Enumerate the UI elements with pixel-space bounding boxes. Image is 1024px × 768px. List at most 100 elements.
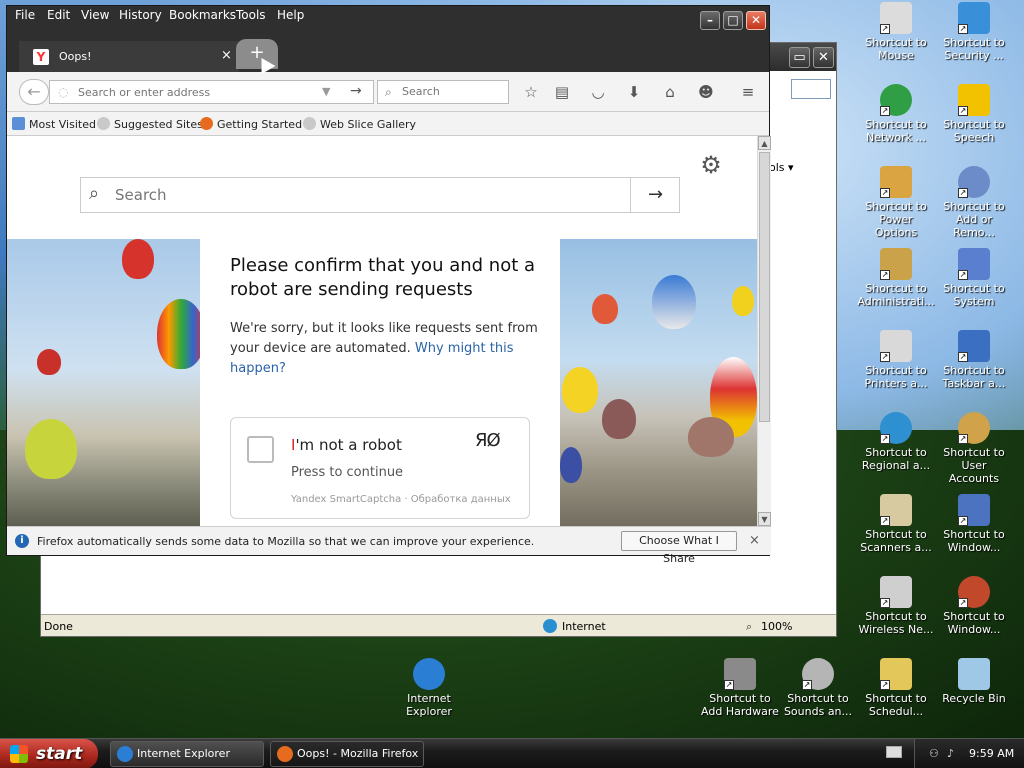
shield-icon: ↗ (958, 2, 990, 34)
back-button[interactable]: ← (19, 79, 49, 105)
desktop-icon-wireless[interactable]: ↗ Shortcut to Wireless Ne... (857, 576, 935, 636)
menu-tools[interactable]: Tools (236, 8, 266, 22)
yandex-favicon-icon: Y (33, 49, 49, 65)
vertical-scrollbar[interactable]: ▲ ▼ (757, 136, 771, 526)
menu-history[interactable]: History (119, 8, 162, 22)
not-robot-label[interactable]: I'm not a robot (291, 436, 402, 454)
menu-help[interactable]: Help (277, 8, 304, 22)
maximize-button[interactable]: □ (723, 11, 743, 30)
desktop-icon-mouse[interactable]: ↗ Shortcut to Mouse (857, 2, 935, 62)
search-input[interactable] (402, 85, 502, 98)
press-to-continue-text: Press to continue (291, 465, 404, 480)
desktop-icon-add-remove[interactable]: ↗ Shortcut to Add or Remo... (935, 166, 1013, 239)
volume-tray-icon[interactable]: ♪ (947, 747, 961, 761)
download-icon[interactable]: ⬇ (624, 82, 644, 102)
firefox-window[interactable]: File Edit View History Bookmarks Tools H… (6, 5, 771, 565)
menu-edit[interactable]: Edit (47, 8, 70, 22)
yandex-search-input[interactable] (115, 186, 615, 204)
desktop-icon-label: Shortcut to Regional a... (861, 446, 931, 472)
taskbar-item-firefox[interactable]: Oops! - Mozilla Firefox (270, 741, 424, 767)
desktop-icon-security[interactable]: ↗ Shortcut to Security ... (935, 2, 1013, 62)
desktop-icon-sounds[interactable]: ↗ Shortcut to Sounds an... (779, 658, 857, 718)
gear-icon[interactable]: ⚙ (698, 152, 724, 178)
tab-close-icon[interactable]: × (221, 48, 232, 63)
start-button[interactable]: start (0, 739, 98, 768)
url-bar[interactable]: ◌ ▼ → (49, 80, 374, 104)
clock[interactable]: 9:59 AM (969, 747, 1014, 760)
desktop-icon-user-accounts[interactable]: ↗ Shortcut to User Accounts (935, 412, 1013, 485)
bookmark-most-visited[interactable]: Most Visited (12, 117, 96, 131)
window-icon: ↗ (958, 494, 990, 526)
firefox-icon (200, 117, 213, 130)
bookmark-getting-started[interactable]: Getting Started (200, 117, 302, 131)
menu-view[interactable]: View (81, 8, 109, 22)
pocket-icon[interactable]: ◡ (588, 82, 608, 102)
bookmark-star-icon[interactable]: ☆ (521, 82, 541, 102)
ie-close-button[interactable]: ✕ (813, 47, 834, 68)
desktop-icon-speech[interactable]: ↗ Shortcut to Speech (935, 84, 1013, 144)
minimize-button[interactable]: – (700, 11, 720, 30)
desktop-icon-scheduled[interactable]: ↗ Shortcut to Schedul... (857, 658, 935, 718)
ie-zoom-level[interactable]: 100% (761, 620, 792, 633)
home-icon[interactable]: ⌂ (660, 82, 680, 102)
menu-file[interactable]: File (15, 8, 35, 22)
desktop-icon-system[interactable]: ↗ Shortcut to System (935, 248, 1013, 308)
desktop-icon-printers[interactable]: ↗ Shortcut to Printers a... (857, 330, 935, 390)
system-icon: ↗ (958, 248, 990, 280)
chevron-down-icon[interactable]: ▼ (322, 85, 330, 98)
desktop-icon-label: Shortcut to Window... (943, 528, 1005, 554)
search-icon: ⌕ (89, 183, 100, 204)
yandex-captcha-logo-icon: ЯØ (475, 430, 501, 451)
desktop-icon-window-2[interactable]: ↗ Shortcut to Window... (935, 576, 1013, 636)
folder-tools-icon: ↗ (880, 248, 912, 280)
bookmark-web-slice-gallery[interactable]: Web Slice Gallery (303, 117, 416, 131)
close-notification-icon[interactable]: × (749, 533, 760, 548)
desktop-icon-power[interactable]: ↗ Shortcut to Power Options (857, 166, 935, 239)
desktop-icon-network[interactable]: ↗ Shortcut to Network ... (857, 84, 935, 144)
desktop-icon-window-1[interactable]: ↗ Shortcut to Window... (935, 494, 1013, 554)
search-submit-arrow-icon[interactable]: → (630, 178, 680, 212)
magnifier-icon[interactable]: ⌕ (746, 620, 752, 634)
chat-icon[interactable]: ☻ (696, 82, 716, 102)
menu-bookmarks[interactable]: Bookmarks (169, 8, 236, 22)
desktop-icon-regional[interactable]: ↗ Shortcut to Regional a... (857, 412, 935, 472)
desktop-icon-label: Internet Explorer (406, 692, 452, 718)
smartcaptcha-widget[interactable]: I'm not a robot Press to continue ЯØ Yan… (230, 417, 530, 519)
desktop-icon-add-hardware[interactable]: ↗ Shortcut to Add Hardware (701, 658, 779, 718)
firewall-icon: ↗ (958, 576, 990, 608)
ie-tools-menu[interactable]: ols ▾ (769, 161, 794, 174)
info-icon: i (15, 534, 29, 548)
taskbar-item-internet-explorer[interactable]: Internet Explorer can... (110, 741, 264, 767)
network-tray-icon[interactable]: ⚇ (929, 747, 943, 761)
desktop-icon-scanners[interactable]: ↗ Shortcut to Scanners a... (857, 494, 935, 554)
tab-oops[interactable]: Y Oops! × (19, 41, 239, 72)
desktop-icon-recycle-bin[interactable]: Recycle Bin (935, 658, 1013, 705)
scroll-down-arrow-icon[interactable]: ▼ (758, 512, 771, 526)
ie-restore-button[interactable]: ▭ (789, 47, 810, 68)
hamburger-menu-icon[interactable]: ≡ (738, 82, 758, 102)
ie-search-box[interactable] (791, 79, 831, 99)
captcha-footer[interactable]: Yandex SmartCaptcha · Обработка данных (291, 494, 511, 505)
internet-explorer-icon (413, 658, 445, 690)
keyboard-icon[interactable] (886, 746, 902, 758)
bookmark-suggested-sites[interactable]: Suggested Sites (97, 117, 203, 131)
url-input[interactable] (78, 84, 318, 100)
desktop-icon-internet-explorer[interactable]: Internet Explorer (390, 658, 468, 718)
desktop-icon-label: Recycle Bin (942, 692, 1006, 705)
yandex-search-box[interactable]: ⌕ → (80, 177, 680, 213)
search-bar[interactable]: ⌕ (377, 80, 509, 104)
scrollbar-thumb[interactable] (759, 152, 770, 422)
scroll-up-arrow-icon[interactable]: ▲ (758, 136, 771, 150)
balloon-shape (25, 419, 77, 479)
choose-what-i-share-button[interactable]: Choose What I Share (621, 531, 737, 565)
desktop-icon-taskbar[interactable]: ↗ Shortcut to Taskbar a... (935, 330, 1013, 390)
not-robot-checkbox[interactable] (247, 436, 274, 463)
desktop-icon-admin[interactable]: ↗ Shortcut to Administrati... (857, 248, 935, 308)
reading-list-icon[interactable]: ▤ (552, 82, 572, 102)
close-button[interactable]: ✕ (746, 11, 766, 30)
taskbar: start Internet Explorer can... Oops! - M… (0, 738, 1024, 768)
ie-zone-text: Internet (562, 620, 606, 633)
ie-page-icon (97, 117, 110, 130)
go-arrow-icon[interactable]: → (350, 83, 362, 99)
gear-folder-icon (12, 117, 25, 130)
